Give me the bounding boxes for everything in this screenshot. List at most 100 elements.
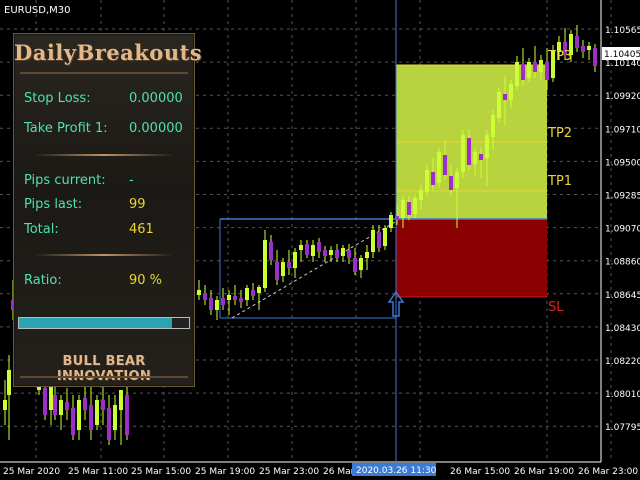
candle-body (59, 400, 63, 415)
time-tick-label: 25 Mar 15:00 (131, 467, 191, 477)
candle-body (335, 250, 339, 258)
candle-body (539, 60, 543, 72)
candle-body (95, 400, 99, 425)
time-tick-label: 26 Mar 15:00 (450, 467, 510, 477)
price-axis[interactable]: 1.10565 1.10140 1.09920 1.09710 1.09500 1.092… (605, 26, 640, 433)
time-tick-label: 25 Mar 11:00 (68, 467, 128, 477)
candle-body (347, 250, 351, 258)
candle-body (53, 395, 57, 415)
candle-body (317, 242, 321, 252)
tp2-label: TP2 (547, 126, 572, 141)
candle-body (311, 245, 315, 256)
candle-body (497, 92, 501, 118)
candle-body (43, 388, 47, 415)
current-price-value: 1.10405 (604, 50, 640, 60)
pips-last-label: Pips last: (24, 197, 83, 212)
price-tick-label: 1.08220 (605, 357, 640, 367)
candle-body (341, 248, 345, 256)
candle-body (443, 155, 447, 175)
candle-body (299, 245, 303, 250)
candle-body (233, 296, 237, 300)
candle-body (215, 300, 219, 310)
stop-loss-label: Stop Loss: (24, 91, 91, 106)
candle-body (503, 94, 507, 100)
candle-body (197, 290, 201, 295)
candle-body (509, 84, 513, 100)
candle-body (71, 408, 75, 435)
candle-body (65, 402, 69, 410)
candle-body (293, 252, 297, 268)
candle-body (3, 400, 7, 410)
candle-body (431, 172, 435, 185)
candle-body (467, 138, 471, 165)
candle-body (83, 398, 87, 410)
candle-body (257, 287, 261, 293)
daily-breakouts-panel: DailyBreakouts Stop Loss: 0.00000 Take P… (13, 33, 203, 387)
candle-body (533, 62, 537, 72)
total-value: 461 (129, 222, 154, 237)
candle-body (593, 48, 597, 66)
candle-body (461, 135, 465, 172)
candle-body (353, 258, 357, 272)
candle-body (227, 295, 231, 300)
time-tick-label: 25 Mar 23:00 (259, 467, 319, 477)
time-tick-label: 26 Mar 23:00 (578, 467, 638, 477)
candle-body (389, 215, 393, 228)
candle-body (305, 244, 309, 255)
candle-body (269, 242, 273, 260)
price-tick-label: 1.10140 (605, 59, 640, 69)
candle-body (329, 250, 333, 255)
candle-body (479, 154, 483, 160)
price-tick-label: 1.09710 (605, 125, 640, 135)
pips-current-label: Pips current: (24, 173, 106, 188)
price-tick-label: 1.09500 (605, 158, 640, 168)
candle-body (455, 172, 459, 188)
price-tick-label: 1.09285 (605, 192, 640, 202)
ratio-value: 90 % (129, 273, 163, 288)
candle-body (263, 240, 267, 288)
ratio-progress-bar (18, 317, 190, 329)
take-profit-label: Take Profit 1: (24, 121, 108, 136)
candle-body (413, 198, 417, 214)
brand-name: BULL BEAR INNOVATION (56, 354, 152, 384)
price-tick-label: 1.09920 (605, 92, 640, 102)
candle-body (473, 152, 477, 164)
candle-body (209, 298, 213, 310)
tp1-label: TP1 (547, 174, 572, 189)
divider (34, 154, 174, 156)
title-divider (20, 72, 188, 74)
candle-body (401, 200, 405, 218)
candle-body (7, 370, 11, 395)
candle-body (377, 232, 381, 248)
panel-title: DailyBreakouts (14, 40, 203, 65)
time-tick-label: 25 Mar 2020 (3, 467, 60, 477)
candle-body (521, 64, 525, 80)
trend-dash-line (231, 221, 396, 319)
tp3-label: TP3 (547, 49, 572, 64)
candle-body (437, 152, 441, 183)
candle-body (239, 298, 243, 302)
candle-body (101, 400, 105, 410)
candle-body (587, 46, 591, 50)
candle-body (77, 400, 81, 430)
price-tick-label: 1.07795 (605, 423, 640, 433)
candle-body (581, 46, 585, 52)
take-profit-value: 0.00000 (129, 121, 183, 136)
time-tick-label: 26 Mar 19:00 (514, 467, 574, 477)
candle-body (359, 258, 363, 270)
candle-body (281, 262, 285, 276)
candle-body (371, 230, 375, 252)
candle-body (49, 385, 53, 410)
candle-body (275, 262, 279, 280)
ratio-progress-fill (19, 318, 172, 328)
candle-body (113, 405, 117, 430)
candle-body (485, 135, 489, 158)
brand-divider (20, 376, 188, 378)
candle-body (287, 262, 291, 268)
price-tick-label: 1.08860 (605, 258, 640, 268)
price-tick-label: 1.08010 (605, 390, 640, 400)
candle-body (107, 408, 111, 440)
candle-body (515, 62, 519, 86)
candle-body (425, 170, 429, 192)
time-axis[interactable]: 25 Mar 2020 25 Mar 11:00 25 Mar 15:00 25 Ma… (3, 467, 638, 477)
